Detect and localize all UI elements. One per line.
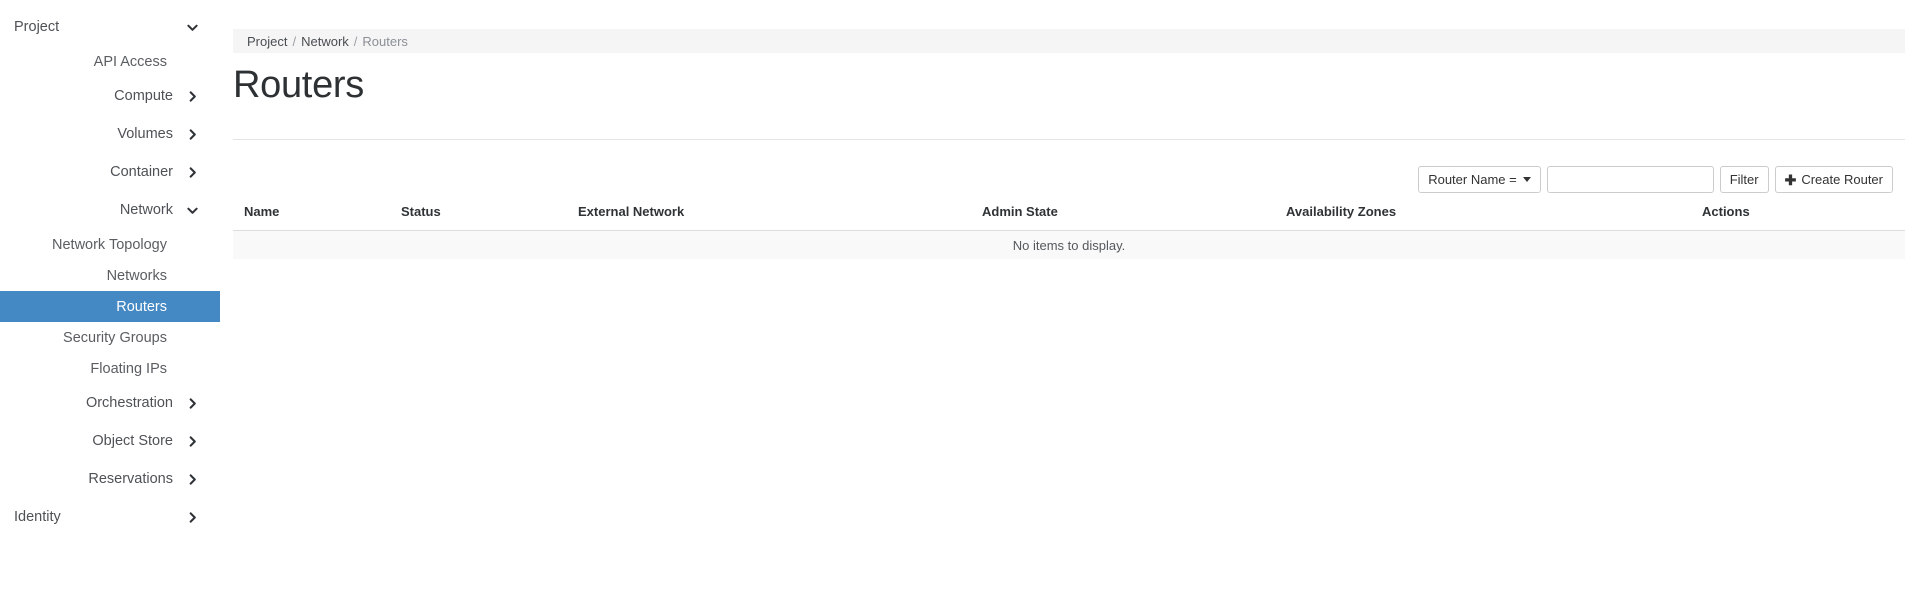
create-router-label: Create Router [1801, 172, 1883, 187]
horizon-dashboard: Project API Access Compute Volumes Container… [0, 0, 1917, 599]
table-body: No items to display. [233, 230, 1905, 260]
caret-down-icon [1522, 177, 1531, 182]
chevron-right-icon [183, 90, 201, 102]
chevron-right-icon [183, 397, 201, 409]
main-content: Project / Network / Routers Routers Router N… [233, 0, 1905, 599]
sidebar-item-label: Reservations [88, 471, 173, 487]
chevron-right-icon [183, 128, 201, 140]
column-header-az: Availability Zones [1286, 204, 1702, 231]
breadcrumb-separator: / [292, 33, 297, 49]
table-header-row: Name Status External Network Admin State Ava… [233, 204, 1905, 231]
sidebar-item-floating-ips[interactable]: Floating IPs [0, 353, 220, 384]
filter-field-label: Router Name = [1428, 172, 1517, 187]
filter-button[interactable]: Filter [1719, 166, 1769, 193]
sidebar-item-label: Network [119, 202, 173, 218]
sidebar-item-volumes[interactable]: Volumes [0, 115, 220, 153]
sidebar-item-label: Security Groups [63, 329, 167, 346]
breadcrumb-item: Routers [362, 33, 408, 49]
chevron-right-icon [183, 166, 201, 178]
sidebar-item-network[interactable]: Network [0, 191, 220, 229]
sidebar-item-compute[interactable]: Compute [0, 77, 220, 115]
chevron-down-icon [183, 205, 201, 216]
sidebar-item-label: Orchestration [85, 395, 173, 411]
sidebar-item-security-groups[interactable]: Security Groups [0, 322, 220, 353]
chevron-right-icon [183, 511, 201, 523]
sidebar-item-identity[interactable]: Identity [0, 498, 220, 536]
plus-icon: ✚ [1784, 171, 1797, 188]
sidebar-item-label: Networks [106, 267, 167, 284]
sidebar-navigation: Project API Access Compute Volumes Container… [0, 0, 220, 599]
chevron-down-icon [183, 22, 201, 33]
sidebar-item-label: Project [14, 19, 60, 35]
sidebar-item-label: Compute [114, 88, 173, 104]
column-header-admin: Admin State [982, 204, 1286, 231]
sidebar-item-network-topology[interactable]: Network Topology [0, 229, 220, 260]
column-header-extnet: External Network [578, 204, 982, 231]
table-empty-row: No items to display. [233, 230, 1905, 260]
table-toolbar: Router Name = Filter ✚ Create Router [1418, 166, 1893, 193]
sidebar-item-label: Object Store [92, 433, 173, 449]
sidebar-item-project[interactable]: Project [0, 8, 220, 46]
create-router-button[interactable]: ✚ Create Router [1774, 166, 1893, 193]
sidebar-item-reservations[interactable]: Reservations [0, 460, 220, 498]
sidebar-item-label: Routers [116, 298, 167, 315]
breadcrumb-separator: / [353, 33, 358, 49]
sidebar-item-label: Network Topology [52, 236, 167, 253]
breadcrumb-item[interactable]: Project [247, 34, 287, 49]
sidebar-item-label: Identity [14, 509, 61, 525]
sidebar-item-label: API Access [93, 53, 167, 70]
column-header-actions: Actions [1702, 204, 1905, 231]
sidebar-item-label: Container [110, 164, 173, 180]
table-head: Name Status External Network Admin State Ava… [233, 204, 1905, 231]
routers-table: Name Status External Network Admin State Ava… [233, 204, 1905, 260]
sidebar-item-container[interactable]: Container [0, 153, 220, 191]
empty-message: No items to display. [233, 230, 1905, 260]
search-input[interactable] [1546, 166, 1714, 193]
sidebar-item-object-store[interactable]: Object Store [0, 422, 220, 460]
sidebar-item-orchestration[interactable]: Orchestration [0, 384, 220, 422]
chevron-right-icon [183, 435, 201, 447]
title-divider [233, 139, 1905, 140]
column-header-name: Name [233, 204, 401, 231]
sidebar-item-label: Volumes [117, 126, 173, 142]
chevron-right-icon [183, 473, 201, 485]
breadcrumb: Project / Network / Routers [233, 29, 1905, 53]
sidebar-item-api-access[interactable]: API Access [0, 46, 220, 77]
sidebar-item-label: Floating IPs [90, 360, 167, 377]
page-title: Routers [233, 64, 364, 106]
breadcrumb-item[interactable]: Network [301, 34, 349, 49]
column-header-status: Status [401, 204, 578, 231]
sidebar-item-routers[interactable]: Routers [0, 291, 220, 322]
sidebar-item-networks[interactable]: Networks [0, 260, 220, 291]
filter-field-dropdown[interactable]: Router Name = [1418, 166, 1541, 193]
